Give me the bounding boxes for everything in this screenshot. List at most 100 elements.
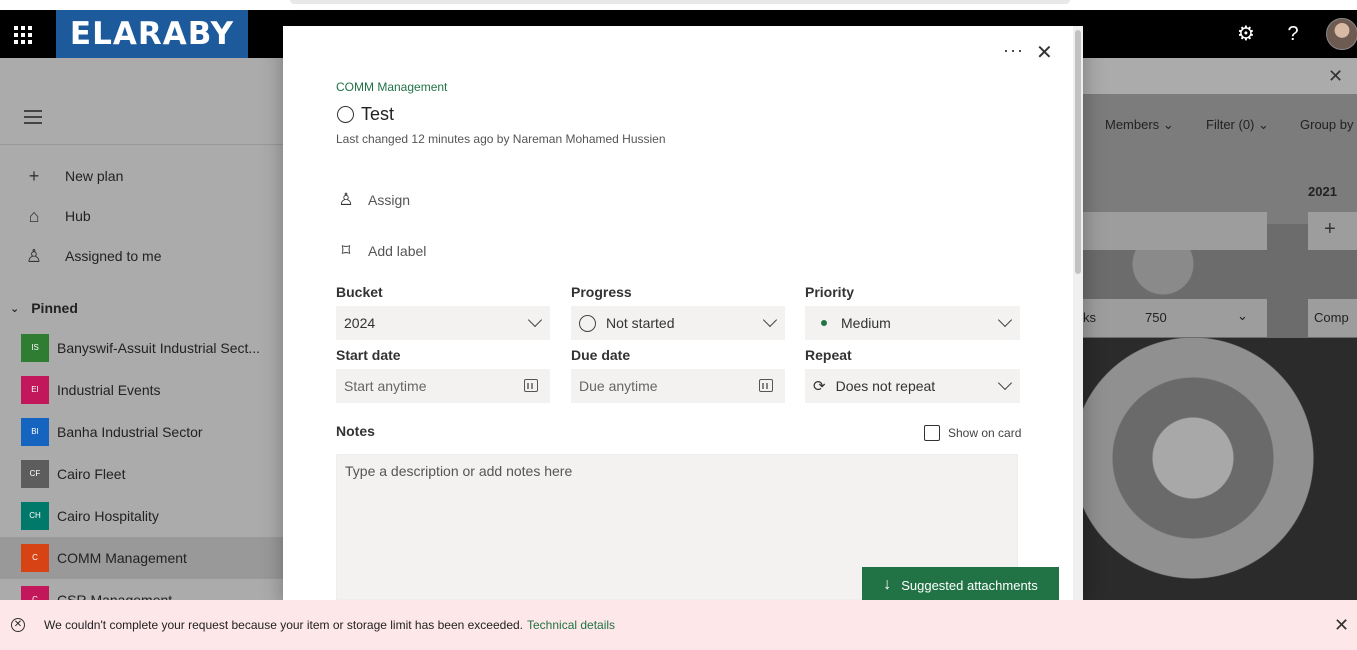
chevron-down-icon [527,312,543,328]
plan-item[interactable]: EI Industrial Events [0,369,283,411]
close-dialog-icon[interactable]: ✕ [1036,40,1053,65]
chevron-down-icon: ⌄ [1162,117,1174,132]
brand-logo[interactable]: ELARABY [56,10,248,58]
group-by-button[interactable]: Group by [1300,117,1353,132]
browser-chrome-strip [0,0,1357,10]
error-icon: ✕ [11,618,25,632]
help-icon[interactable]: ? [1281,22,1305,46]
bucket-dropdown[interactable]: 2024 [336,306,550,340]
add-label-button[interactable]: ⌑ Add label [336,241,427,261]
plan-avatar: CF [21,460,49,488]
plan-item[interactable]: BI Banha Industrial Sector [0,411,283,453]
task-title[interactable]: Test [361,104,394,125]
suggested-attachments-button[interactable]: ↓ Suggested attachments [862,567,1059,600]
progress-dropdown[interactable]: Not started [571,306,785,340]
plan-label: Industrial Events [57,382,161,398]
complete-task-toggle[interactable] [337,106,354,123]
nav-new-plan[interactable]: + New plan [0,156,283,196]
repeat-dropdown[interactable]: ⟳ Does not repeat [805,369,1020,403]
members-filter[interactable]: Members ⌄ [1105,117,1174,133]
pinned-section-header[interactable]: ⌄ Pinned [10,300,78,316]
show-on-card-checkbox[interactable]: Show on card [924,425,1021,441]
nav-hub[interactable]: ⌂ Hub [0,196,283,236]
chevron-down-icon: ⌄ [10,302,20,315]
show-on-card-label: Show on card [948,426,1022,440]
chevron-down-icon [997,312,1013,328]
filter-button[interactable]: Filter (0) ⌄ [1206,117,1269,133]
error-message-bar: ✕ We couldn't complete your request beca… [0,600,1357,650]
close-icon[interactable]: ✕ [1328,66,1343,87]
avatar[interactable] [1326,18,1357,50]
nav-item-label: Hub [65,208,91,224]
notes-placeholder: Type a description or add notes here [345,463,573,479]
chevron-down-icon: ⌄ [1258,117,1269,132]
repeat-value: Does not repeat [835,378,936,394]
add-person-icon: ♙ [338,190,354,209]
plan-item[interactable]: IS Banyswif-Assuit Industrial Sect... [0,327,283,369]
progress-value: Not started [606,315,675,331]
more-options-icon[interactable]: ··· [1003,40,1024,61]
plan-label: Cairo Fleet [57,466,126,482]
bucket-value: 2024 [344,315,376,331]
assign-button[interactable]: ♙ Assign [336,190,410,210]
plan-item[interactable]: CF Cairo Fleet [0,453,283,495]
progress-label: Progress [571,284,632,300]
calendar-icon[interactable] [759,379,773,392]
members-label: Members [1105,117,1160,132]
plus-icon: + [28,165,40,186]
not-started-icon [579,314,596,332]
suggested-attachments-label: Suggested attachments [901,577,1038,593]
plan-label: Cairo Hospitality [57,508,159,524]
plan-name-link[interactable]: COMM Management [336,80,447,94]
plan-item-active[interactable]: C COMM Management [0,537,283,579]
plan-avatar: C [21,586,49,600]
priority-label: Priority [805,284,855,300]
dismiss-error-icon[interactable]: ✕ [1334,615,1349,636]
add-label-text: Add label [368,243,427,259]
scrollbar-thumb[interactable] [1075,30,1081,274]
hamburger-menu-icon[interactable] [24,110,42,128]
start-date-label: Start date [336,347,401,363]
task-count-dropdown[interactable]: ks 750 ⌄ [1083,299,1267,337]
due-date-placeholder: Due anytime [579,378,658,394]
tasks-label: ks [1083,310,1096,325]
repeat-label: Repeat [805,347,852,363]
background-image-gears [1083,338,1357,600]
pinned-label: Pinned [31,300,78,316]
chevron-down-icon: ⌄ [1237,308,1248,323]
priority-value: Medium [841,315,891,331]
add-task-button[interactable]: + [1308,212,1357,250]
bucket-year: 2021 [1308,184,1337,199]
due-date-input[interactable]: Due anytime [571,369,785,403]
board-background: Members ⌄ Filter (0) ⌄ Group by 2021 + k… [1083,94,1357,600]
gear-icon[interactable]: ⚙ [1234,22,1258,46]
technical-details-link[interactable]: Technical details [527,618,615,632]
plan-label: COMM Management [57,550,187,566]
person-icon: ♙ [25,245,43,266]
start-date-placeholder: Start anytime [344,378,427,394]
plan-item[interactable]: C CSR Management [0,579,283,600]
plus-icon: + [1324,218,1336,240]
nav-divider [0,144,283,145]
repeat-icon: ⟳ [813,378,826,395]
checkbox-box[interactable] [924,425,940,441]
start-date-input[interactable]: Start anytime [336,369,550,403]
calendar-icon[interactable] [524,379,538,392]
plan-item[interactable]: CH Cairo Hospitality [0,495,283,537]
plan-label: CSR Management [57,592,173,600]
nav-item-label: Assigned to me [65,248,162,264]
completed-dropdown[interactable]: Comp [1308,299,1357,337]
app-launcher-icon[interactable] [14,26,32,44]
arrow-down-icon: ↓ [883,576,892,593]
assign-label: Assign [368,192,411,208]
priority-dropdown[interactable]: Medium [805,306,1020,340]
home-icon: ⌂ [28,205,40,226]
dialog-scrollbar[interactable] [1073,26,1083,600]
plan-avatar: EI [21,376,49,404]
plan-avatar: CH [21,502,49,530]
task-details-dialog: ··· ✕ COMM Management Test Last changed … [283,26,1083,600]
error-message: We couldn't complete your request becaus… [44,618,523,632]
bucket-input[interactable] [1083,212,1267,250]
nav-assigned-to-me[interactable]: ♙ Assigned to me [0,236,283,276]
plan-avatar: BI [21,418,49,446]
